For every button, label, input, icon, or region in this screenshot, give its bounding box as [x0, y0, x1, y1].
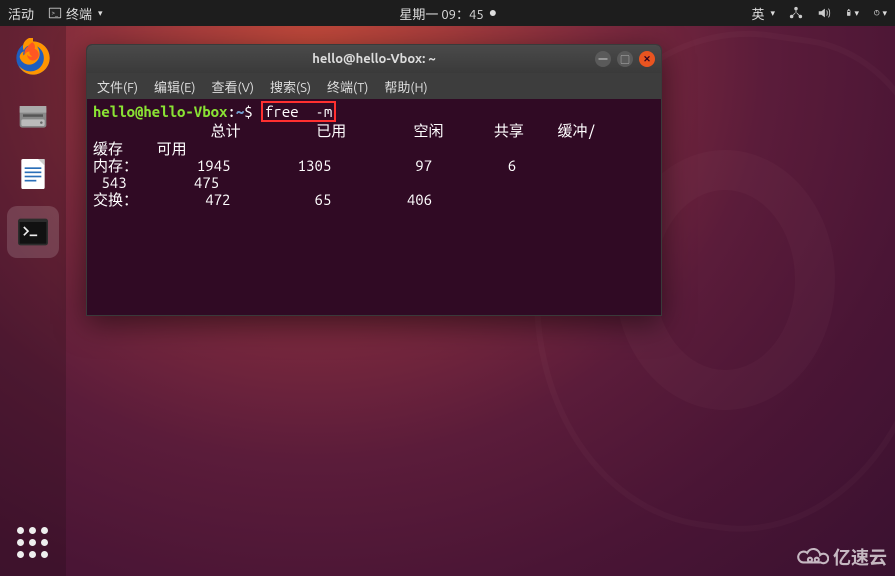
- mem-used: 1305: [298, 157, 332, 174]
- top-panel: 活动 >_ 终端 星期一 09：45 英: [0, 0, 895, 26]
- dock-files[interactable]: [7, 90, 59, 142]
- hdr-avail: 可用: [157, 140, 187, 157]
- menu-terminal[interactable]: 终端(T): [327, 77, 368, 96]
- app-menu-label: 终端: [66, 4, 92, 23]
- hdr-buffcache: 缓冲/: [558, 122, 596, 139]
- watermark: 亿速云: [795, 544, 887, 570]
- terminal-indicator-icon: >_: [48, 6, 62, 20]
- volume-icon[interactable]: [817, 6, 831, 20]
- highlighted-command: free -m: [261, 101, 336, 122]
- menu-help[interactable]: 帮助(H): [384, 77, 427, 96]
- svg-text:>_: >_: [52, 10, 59, 17]
- show-apps-button[interactable]: [10, 520, 54, 564]
- hdr-used: 已用: [316, 122, 346, 139]
- mem-total: 1945: [197, 157, 231, 174]
- mem-buffcache: 543: [101, 174, 126, 191]
- input-method-indicator[interactable]: 英: [751, 4, 775, 23]
- row-mem-label: 内存：: [93, 157, 138, 174]
- clock[interactable]: 星期一 09：45: [399, 4, 495, 23]
- window-titlebar[interactable]: hello@hello-Vbox: ~ — ▢ ✕: [87, 45, 661, 73]
- battery-icon[interactable]: [845, 6, 859, 20]
- window-title: hello@hello-Vbox: ~: [312, 52, 436, 66]
- close-button[interactable]: ✕: [639, 51, 655, 67]
- menu-file[interactable]: 文件(F): [97, 77, 138, 96]
- menu-search[interactable]: 搜索(S): [270, 77, 311, 96]
- dock: [0, 26, 66, 576]
- app-menu[interactable]: >_ 终端: [48, 4, 103, 23]
- maximize-button[interactable]: ▢: [617, 51, 633, 67]
- dock-firefox[interactable]: [7, 32, 59, 84]
- prompt-path: ~: [236, 103, 244, 120]
- dock-terminal[interactable]: [7, 206, 59, 258]
- swap-free: 406: [407, 191, 432, 208]
- power-icon[interactable]: [873, 6, 887, 20]
- row-swap-label: 交换：: [93, 191, 138, 208]
- prompt-userhost: hello@hello-Vbox: [93, 103, 227, 120]
- terminal-output[interactable]: hello@hello-Vbox:~$ free -m 总计 已用 空闲 共享 …: [87, 99, 661, 315]
- swap-used: 65: [314, 191, 331, 208]
- menu-edit[interactable]: 编辑(E): [154, 77, 195, 96]
- menu-bar: 文件(F) 编辑(E) 查看(V) 搜索(S) 终端(T) 帮助(H): [87, 73, 661, 99]
- hdr-shared: 共享: [494, 122, 524, 139]
- terminal-window: hello@hello-Vbox: ~ — ▢ ✕ 文件(F) 编辑(E) 查看…: [86, 44, 662, 316]
- mem-avail: 475: [194, 174, 219, 191]
- mem-free: 97: [415, 157, 432, 174]
- hdr-total: 总计: [211, 122, 241, 139]
- menu-view[interactable]: 查看(V): [212, 77, 254, 96]
- swap-total: 472: [205, 191, 230, 208]
- mem-shared: 6: [508, 157, 516, 174]
- hdr-free: 空闲: [413, 122, 443, 139]
- dock-writer[interactable]: [7, 148, 59, 200]
- network-icon[interactable]: [789, 6, 803, 20]
- activities-button[interactable]: 活动: [8, 4, 34, 23]
- minimize-button[interactable]: —: [595, 51, 611, 67]
- hdr-cache: 缓存: [93, 140, 123, 157]
